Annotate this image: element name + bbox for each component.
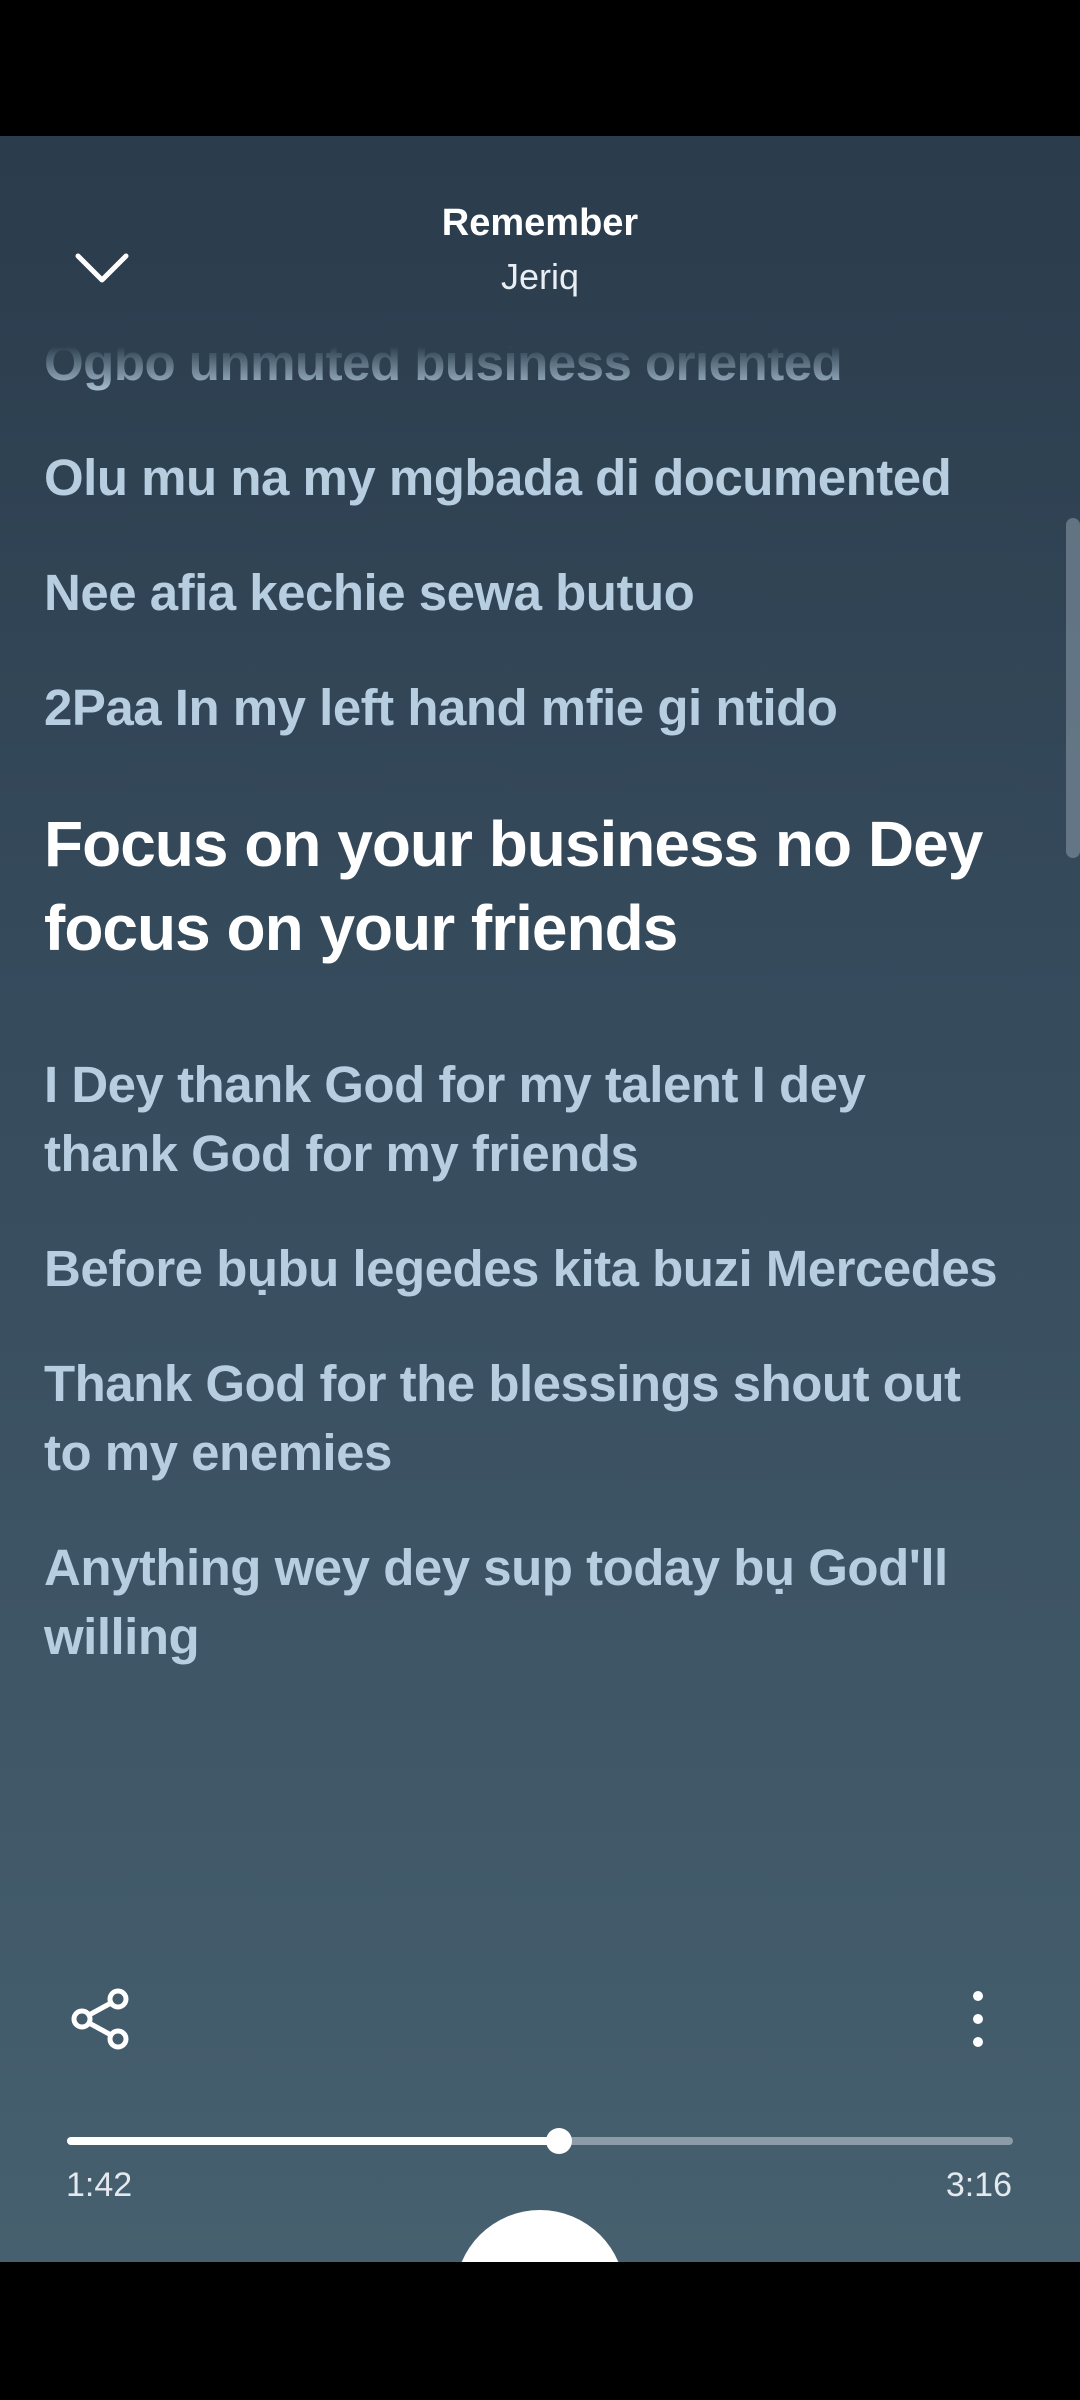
- navigation-bar: [0, 2262, 1080, 2400]
- lyric-line-current[interactable]: Focus on your business no Dey focus on y…: [44, 802, 1004, 970]
- total-time: 3:16: [945, 2166, 1012, 2204]
- lyric-line[interactable]: I Dey thank God for my talent I dey than…: [44, 1050, 1004, 1188]
- more-options-button[interactable]: [958, 1984, 998, 2054]
- lyric-line[interactable]: Thank God for the blessings shout out to…: [44, 1349, 1004, 1487]
- lyric-line[interactable]: Before bụbu legedes kita buzi Mercedes: [44, 1234, 1004, 1303]
- seek-bar-progress: [67, 2137, 559, 2145]
- lyric-line[interactable]: Anything wey dey sup today bụ God'll wil…: [44, 1533, 1004, 1671]
- track-artist[interactable]: Jeriq: [0, 256, 1080, 298]
- lyric-line[interactable]: 2Paa In my left hand mfie gi ntido: [44, 673, 1004, 742]
- play-pause-button[interactable]: [455, 2210, 625, 2262]
- share-icon: [71, 1988, 129, 2050]
- status-bar: [0, 0, 1080, 136]
- more-vertical-icon: [973, 1991, 983, 2047]
- lyric-line[interactable]: Ogbo unmuted business oriented: [44, 346, 1004, 397]
- lyrics-list: Ogbo unmuted business oriented Olu mu na …: [44, 346, 1004, 1717]
- seek-bar[interactable]: [67, 2128, 1013, 2154]
- header: Remember Jeriq: [0, 136, 1080, 346]
- lyrics-scroll-area[interactable]: Ogbo unmuted business oriented Olu mu na …: [0, 346, 1080, 2081]
- elapsed-time: 1:42: [66, 2166, 133, 2204]
- lyric-line[interactable]: Olu mu na my mgbada di documented: [44, 443, 1004, 512]
- lyric-line[interactable]: Nee afia kechie sewa butuo: [44, 558, 1004, 627]
- share-button[interactable]: [68, 1986, 134, 2052]
- track-title: Remember: [441, 202, 639, 244]
- lyrics-screen: Remember Jeriq Ogbo unmuted business ori…: [0, 136, 1080, 2262]
- seek-bar-thumb[interactable]: [545, 2128, 572, 2154]
- scrollbar-thumb[interactable]: [1066, 518, 1080, 858]
